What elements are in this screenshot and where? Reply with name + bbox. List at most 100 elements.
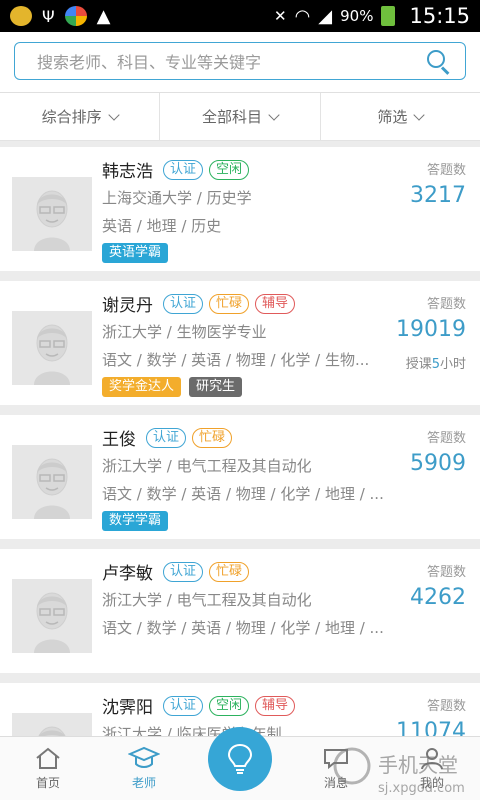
answers-label: 答题数 — [426, 699, 466, 714]
usb-icon: Ψ — [42, 6, 55, 26]
battery-icon — [381, 6, 396, 26]
teacher-name: 卢李敏 — [102, 564, 153, 584]
tab-mine[interactable]: 我的 — [384, 737, 480, 800]
user-icon — [421, 748, 443, 770]
answers-label: 答题数 — [426, 565, 466, 580]
answers-count: 5909 — [410, 451, 466, 476]
status-tag: 认证 — [163, 159, 204, 180]
status-tag: 忙碌 — [209, 293, 250, 314]
avatar[interactable] — [12, 311, 92, 385]
search-area: 搜索老师、科目、专业等关键字 — [0, 32, 480, 93]
tab-home[interactable]: 首页 — [0, 737, 96, 800]
mute-icon: ✕ — [273, 7, 287, 25]
teacher-card[interactable]: 韩志浩 认证 空闲上海交通大学 / 历史学 英语 / 地理 / 历史 英语学霸 答题数 32… — [0, 147, 480, 271]
achievement-badge: 研究生 — [189, 377, 243, 397]
home-icon — [36, 747, 60, 769]
tab-label: 老师 — [131, 776, 156, 790]
status-tag: 认证 — [146, 427, 187, 448]
tab-teacher[interactable]: 老师 — [96, 737, 192, 800]
status-tag: 认证 — [163, 293, 204, 314]
answers-label: 答题数 — [426, 431, 466, 446]
achievement-badge: 数学学霸 — [102, 511, 169, 531]
tab-ask[interactable] — [192, 727, 288, 800]
school-major: 浙江大学 / 电气工程及其自动化 — [102, 591, 312, 609]
status-tag: 认证 — [163, 695, 204, 716]
answers-count: 19019 — [396, 317, 466, 342]
subjects: 语文 / 数学 / 英语 / 物理 / 化学 / 地理 / ... — [102, 619, 384, 637]
answers-count: 3217 — [410, 183, 466, 208]
name-row: 谢灵丹 认证 忙碌 辅导 — [102, 291, 296, 316]
search-placeholder: 搜索老师、科目、专业等关键字 — [37, 53, 262, 72]
teacher-card[interactable]: 卢李敏 认证 忙碌浙江大学 / 电气工程及其自动化语文 / 数学 / 英语 / 物理… — [0, 549, 480, 673]
store-notification-icon — [64, 6, 87, 26]
teacher-name: 王俊 — [102, 430, 136, 450]
status-tag: 认证 — [163, 561, 204, 582]
avatar-placeholder-icon — [12, 579, 92, 653]
tab-label: 首页 — [35, 776, 60, 790]
avatar[interactable] — [12, 445, 92, 519]
badge-row: 奖学金达人 研究生 — [102, 377, 243, 397]
avatar-placeholder-icon — [12, 177, 92, 251]
tab-label: 我的 — [419, 776, 444, 790]
bottom-tab-bar: 首页 老师 消息 我的 — [0, 727, 480, 800]
answers-label: 答题数 — [426, 163, 466, 178]
avatar[interactable] — [12, 579, 92, 653]
chevron-down-icon — [413, 108, 425, 121]
achievement-badge: 英语学霸 — [102, 243, 169, 263]
teacher-card[interactable]: 谢灵丹 认证 忙碌 辅导浙江大学 / 生物医学专业语文 / 数学 / 英语 / 物理 … — [0, 281, 480, 405]
teacher-card[interactable]: 王俊 认证 忙碌浙江大学 / 电气工程及其自动化语文 / 数学 / 英语 / 物理 … — [0, 415, 480, 539]
status-tag: 辅导 — [255, 695, 296, 716]
status-tag: 空闲 — [209, 159, 250, 180]
name-row: 王俊 认证 忙碌 — [102, 425, 233, 450]
wifi-icon: ◠ — [294, 5, 311, 27]
clock: 15:15 — [409, 4, 470, 28]
avatar[interactable] — [12, 177, 92, 251]
message-icon — [324, 749, 348, 770]
status-bar: Ψ ▲ ✕ ◠ ◢ 90% 15:15 — [0, 0, 480, 32]
tab-label: 消息 — [323, 776, 348, 790]
app-notification-icon — [10, 6, 32, 26]
subjects: 英语 / 地理 / 历史 — [102, 217, 222, 235]
chevron-down-icon — [108, 108, 120, 121]
avatar-placeholder-icon — [12, 445, 92, 519]
status-tag: 忙碌 — [192, 427, 233, 448]
signal-icon: ◢ — [318, 5, 333, 27]
search-input[interactable]: 搜索老师、科目、专业等关键字 — [14, 42, 466, 80]
name-row: 卢李敏 认证 忙碌 — [102, 559, 250, 584]
achievement-badge: 奖学金达人 — [102, 377, 182, 397]
teacher-name: 韩志浩 — [102, 162, 153, 182]
filter-bar: 综合排序 全部科目 筛选 — [0, 93, 480, 141]
graduation-cap-icon — [128, 746, 160, 768]
teaching-hours: 授课5小时 — [405, 357, 466, 372]
ask-button[interactable] — [208, 727, 272, 791]
status-tag: 辅导 — [255, 293, 296, 314]
badge-row: 英语学霸 — [102, 243, 169, 263]
school-major: 浙江大学 / 电气工程及其自动化 — [102, 457, 312, 475]
status-tag: 忙碌 — [209, 561, 250, 582]
school-major: 浙江大学 / 生物医学专业 — [102, 323, 267, 341]
screen-filter-dropdown[interactable]: 筛选 — [321, 93, 480, 140]
lightbulb-icon — [227, 743, 253, 774]
tab-message[interactable]: 消息 — [288, 737, 384, 800]
chevron-down-icon — [268, 108, 280, 121]
teacher-list: 韩志浩 认证 空闲 上海交通大学 / 历史学 英语 / 地理 / 历史 英语学霸 答题数 32… — [0, 141, 480, 804]
search-icon[interactable] — [425, 48, 451, 75]
name-row: 沈霁阳 认证 空闲 辅导 — [102, 693, 296, 718]
school-major: 上海交通大学 / 历史学 — [102, 189, 252, 207]
filter-label: 全部科目 — [201, 108, 262, 126]
subject-filter-dropdown[interactable]: 全部科目 — [160, 93, 321, 140]
avatar-placeholder-icon — [12, 311, 92, 385]
teacher-name: 谢灵丹 — [102, 296, 153, 316]
answers-count: 4262 — [410, 585, 466, 610]
badge-row: 数学学霸 — [102, 511, 169, 531]
sort-filter-dropdown[interactable]: 综合排序 — [0, 93, 161, 140]
subjects: 语文 / 数学 / 英语 / 物理 / 化学 / 地理 / ... — [102, 485, 384, 503]
filter-label: 筛选 — [377, 108, 408, 126]
battery-percent: 90% — [340, 7, 374, 25]
filter-label: 综合排序 — [41, 108, 102, 126]
subjects: 语文 / 数学 / 英语 / 物理 / 化学 / 生物... — [102, 351, 370, 369]
warning-icon: ▲ — [96, 5, 111, 27]
answers-label: 答题数 — [426, 297, 466, 312]
name-row: 韩志浩 认证 空闲 — [102, 157, 250, 182]
teacher-name: 沈霁阳 — [102, 698, 153, 718]
